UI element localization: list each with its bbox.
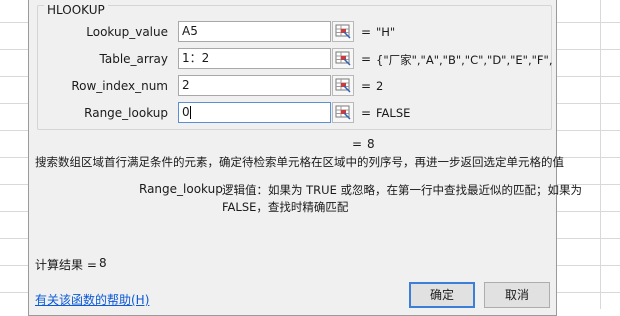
grid-line (0, 22, 28, 23)
equals-sign: = (361, 106, 372, 120)
sheet-grid-right (556, 0, 620, 309)
grid-line (0, 238, 28, 239)
grid-line (556, 211, 620, 212)
grid-line (0, 211, 28, 212)
grid-line (556, 292, 620, 293)
function-description: 搜索数组区域首行满足条件的元素，确定待检索单元格在区域中的列序号，再进一步返回选… (35, 155, 564, 169)
range-select-icon (335, 105, 351, 120)
arg-result-range-lookup: FALSE (376, 106, 411, 120)
collapse-dialog-button[interactable] (332, 48, 354, 69)
grid-line (0, 184, 28, 185)
grid-line (556, 76, 620, 77)
grid-line (0, 157, 28, 158)
grid-line (0, 292, 28, 293)
arg-help-name: Range_lookup (139, 182, 223, 196)
equals-sign: = (361, 25, 372, 39)
grid-line (0, 130, 28, 131)
calc-result-value: 8 (99, 256, 107, 270)
collapse-dialog-button[interactable] (332, 21, 354, 42)
grid-line (556, 49, 620, 50)
sheet-grid-left (0, 0, 28, 309)
arg-label-lookup-value: Lookup_value (86, 25, 168, 39)
grid-line (0, 49, 28, 50)
text-caret (189, 106, 191, 119)
grid-line (556, 103, 620, 104)
collapse-dialog-button[interactable] (332, 102, 354, 123)
lookup-value-input[interactable]: A5 (178, 21, 331, 42)
row-index-num-input[interactable]: 2 (178, 75, 331, 96)
function-arguments-dialog: HLOOKUP Lookup_value A5 = "H" Table_arra… (28, 0, 582, 316)
formula-result: 8 (367, 137, 375, 151)
arg-help-text: 逻辑值：如果为 TRUE 或忽略，在第一行中查找最近似的匹配；如果为 (222, 183, 583, 197)
range-select-icon (335, 78, 351, 93)
arg-label-table-array: Table_array (99, 52, 169, 66)
cancel-button[interactable]: 取消 (484, 282, 550, 308)
ok-button[interactable]: 确定 (409, 282, 475, 308)
grid-line (556, 265, 620, 266)
arg-label-range-lookup: Range_lookup (84, 106, 168, 120)
calc-result-label: 计算结果 = (35, 258, 97, 272)
grid-line (0, 76, 28, 77)
group-title: HLOOKUP (44, 4, 108, 16)
grid-line (0, 103, 28, 104)
range-lookup-value: 0 (182, 105, 190, 119)
grid-line (0, 265, 28, 266)
grid-line (556, 22, 620, 23)
arg-result-table-array: {"厂家","A","B","C","D","E","F","G","H (376, 53, 552, 67)
grid-line (556, 157, 620, 158)
equals-sign: = (352, 137, 363, 151)
table-array-input[interactable]: 1：2 (178, 48, 331, 69)
grid-line (556, 238, 620, 239)
function-help-link[interactable]: 有关该函数的帮助(H) (35, 291, 149, 308)
arg-label-row-index-num: Row_index_num (71, 79, 168, 93)
equals-sign: = (361, 79, 372, 93)
arg-result-row-index-num: 2 (376, 79, 384, 93)
range-select-icon (335, 24, 351, 39)
arg-result-lookup-value: "H" (376, 25, 396, 39)
grid-line (600, 0, 601, 309)
range-lookup-input[interactable]: 0 (178, 102, 331, 123)
equals-sign: = (361, 52, 372, 66)
function-args-group: HLOOKUP Lookup_value A5 = "H" Table_arra… (37, 4, 552, 130)
range-select-icon (335, 51, 351, 66)
collapse-dialog-button[interactable] (332, 75, 354, 96)
grid-line (556, 130, 620, 131)
arg-help-text-continued: FALSE，查找时精确匹配 (222, 200, 349, 214)
